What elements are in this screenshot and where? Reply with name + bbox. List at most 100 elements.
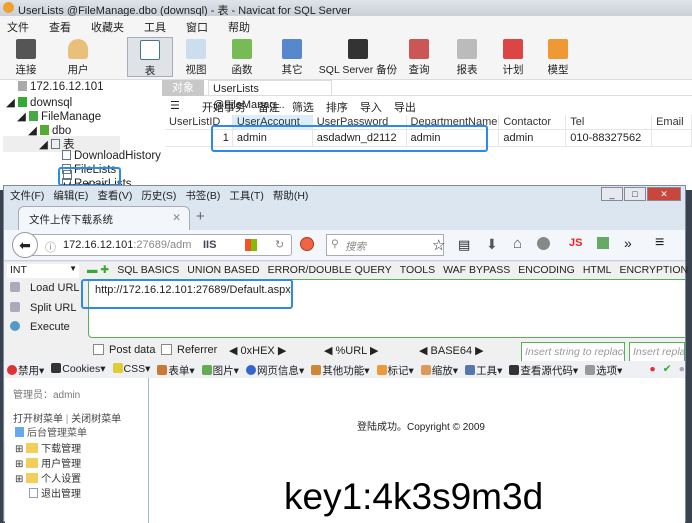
base64-button[interactable]: ◀ BASE64 ▶ — [419, 344, 484, 357]
menu-favorites[interactable]: 收藏夹 — [91, 19, 124, 35]
begin-transaction-button[interactable]: 开始事务 — [202, 99, 246, 115]
model-button[interactable]: 模型 — [543, 37, 573, 77]
url-bar[interactable]: ⬅ ⓘ 172.16.12.101:27689/adm IIS ↻ — [12, 232, 292, 258]
post-data-checkbox[interactable]: Post data — [93, 344, 155, 356]
browser-tab[interactable]: 文件上传下载系统 ✕ — [18, 206, 190, 230]
sql-server-backup-button[interactable]: SQL Server 备份 — [318, 37, 398, 77]
insert-string-input[interactable]: Insert string to replace — [521, 342, 625, 362]
export-button[interactable]: 导出 — [394, 99, 416, 115]
outline-menu[interactable]: 标记▾ — [376, 363, 414, 379]
filter-button[interactable]: 筛选 — [292, 99, 314, 115]
menu-sql-basics[interactable]: SQL BASICS — [117, 264, 179, 278]
menu-bookmarks[interactable]: 书签(B) — [185, 188, 220, 202]
menu-item-users[interactable]: ⊞ 用户管理 — [15, 455, 81, 470]
search-input[interactable]: ⚲ 搜索 — [326, 234, 444, 256]
menu-item-downloads[interactable]: ⊞ 下载管理 — [15, 440, 81, 455]
url-encode-button[interactable]: ◀ %URL ▶ — [324, 344, 378, 357]
tree-table-userlists-selected[interactable]: UserLists — [58, 167, 121, 194]
tree-server[interactable]: 172.16.12.101 — [18, 81, 104, 93]
menu-window[interactable]: 窗口 — [186, 19, 208, 35]
css-menu[interactable]: CSS▾ — [112, 363, 150, 379]
view-source-menu[interactable]: 查看源代码▾ — [509, 363, 578, 379]
load-url-button[interactable]: Load URL — [10, 282, 80, 294]
column-header[interactable]: Tel — [566, 115, 653, 129]
status-icon[interactable]: ● — [679, 363, 685, 379]
tab-userlists[interactable]: UserLists @FileManag... — [208, 80, 332, 111]
menu-tools[interactable]: TOOLS — [400, 264, 435, 278]
menu-history[interactable]: 历史(S) — [141, 188, 176, 202]
images-menu[interactable]: 图片▾ — [201, 363, 239, 379]
close-button[interactable]: ✕ — [647, 187, 681, 201]
info-icon[interactable]: ⓘ — [45, 239, 56, 255]
cell[interactable] — [652, 130, 692, 146]
bookmark-star-icon[interactable]: ☆ — [432, 236, 445, 254]
menu-help[interactable]: 帮助(H) — [273, 188, 309, 202]
back-button[interactable]: ⬅ — [12, 232, 38, 258]
type-select[interactable]: INT ▼ — [7, 264, 79, 278]
cookies-menu[interactable]: Cookies▾ — [51, 363, 106, 379]
home-icon[interactable]: ⌂ — [513, 235, 522, 252]
maximize-button[interactable]: □ — [624, 187, 646, 201]
options-menu[interactable]: 选项▾ — [585, 363, 622, 379]
table-button[interactable]: 表 — [127, 37, 173, 77]
cell[interactable]: 010-88327562 — [566, 130, 653, 146]
menu-tools[interactable]: 工具(T) — [229, 188, 263, 202]
addon-icon[interactable] — [537, 237, 550, 250]
forms-menu[interactable]: 表单▾ — [157, 363, 195, 379]
report-button[interactable]: 报表 — [452, 37, 482, 77]
new-tab-button[interactable]: + — [196, 208, 205, 225]
resize-menu[interactable]: 缩放▾ — [420, 363, 458, 379]
column-header[interactable]: Contactor — [499, 115, 567, 129]
reload-icon[interactable]: ↻ — [275, 238, 284, 251]
noscript-icon[interactable] — [300, 237, 314, 251]
download-icon[interactable]: ⬇ — [486, 236, 498, 253]
disable-menu[interactable]: 禁用▾ — [7, 363, 44, 379]
tree-schema[interactable]: ◢ dbo — [28, 123, 71, 137]
extension-icon[interactable] — [597, 237, 609, 249]
menu-encoding[interactable]: ENCODING — [518, 264, 575, 278]
close-tab-icon[interactable]: ✕ — [172, 212, 181, 224]
import-button[interactable]: 导入 — [360, 99, 382, 115]
menu-file[interactable]: 文件 — [7, 19, 29, 35]
column-header[interactable]: Email — [652, 115, 692, 129]
schedule-button[interactable]: 计划 — [498, 37, 528, 77]
insert-replacement-input[interactable]: Insert replacement — [629, 342, 685, 362]
other-button[interactable]: 其它 — [276, 37, 308, 77]
menu-waf-bypass[interactable]: WAF BYPASS — [443, 264, 510, 278]
menu-icon[interactable]: ☰ — [170, 99, 180, 115]
error-status-icon[interactable]: ● — [649, 363, 655, 379]
menu-view[interactable]: 查看(V) — [97, 188, 132, 202]
menu-view[interactable]: 查看 — [49, 19, 71, 35]
js-toggle[interactable]: JS — [569, 237, 582, 249]
split-url-button[interactable]: Split URL — [10, 302, 76, 314]
menu-file[interactable]: 文件(F) — [10, 188, 44, 202]
hex-encode-button[interactable]: ◀ 0xHEX ▶ — [229, 344, 286, 357]
green-toggle-icons[interactable]: ▬ ✚ — [87, 264, 109, 278]
tree-connection[interactable]: ◢ downsql — [6, 95, 72, 109]
check-icon[interactable]: ✔ — [663, 363, 672, 379]
menu-error-double-query[interactable]: ERROR/DOUBLE QUERY — [268, 264, 392, 278]
user-button[interactable]: 用户 — [58, 37, 98, 77]
cell[interactable]: admin — [499, 130, 567, 146]
view-button[interactable]: 视图 — [180, 37, 212, 77]
menu-html[interactable]: HTML — [583, 264, 612, 278]
hamburger-menu-icon[interactable]: ≡ — [655, 234, 664, 252]
connect-button[interactable]: 连接 — [8, 37, 44, 77]
menu-item-settings[interactable]: ⊞ 个人设置 — [15, 470, 81, 485]
referrer-checkbox[interactable]: Referrer — [161, 344, 217, 356]
information-menu[interactable]: 网页信息▾ — [245, 363, 304, 379]
function-button[interactable]: 函数 — [226, 37, 258, 77]
tree-database[interactable]: ◢ FileManage — [17, 109, 101, 123]
menu-item-logout[interactable]: 退出管理 — [29, 485, 81, 500]
overflow-icon[interactable]: » — [624, 235, 632, 251]
memo-button[interactable]: 备注 — [258, 99, 280, 115]
tools-menu[interactable]: 工具▾ — [465, 363, 502, 379]
minimize-button[interactable]: _ — [601, 187, 623, 201]
tree-table[interactable]: DownloadHistory — [62, 150, 161, 162]
menu-edit[interactable]: 编辑(E) — [53, 188, 88, 202]
menu-help[interactable]: 帮助 — [228, 19, 250, 35]
menu-encryption[interactable]: ENCRYPTION — [619, 264, 688, 278]
tab-objects[interactable]: 对象 — [162, 80, 204, 96]
menu-tools[interactable]: 工具 — [144, 19, 166, 35]
query-button[interactable]: 查询 — [404, 37, 434, 77]
